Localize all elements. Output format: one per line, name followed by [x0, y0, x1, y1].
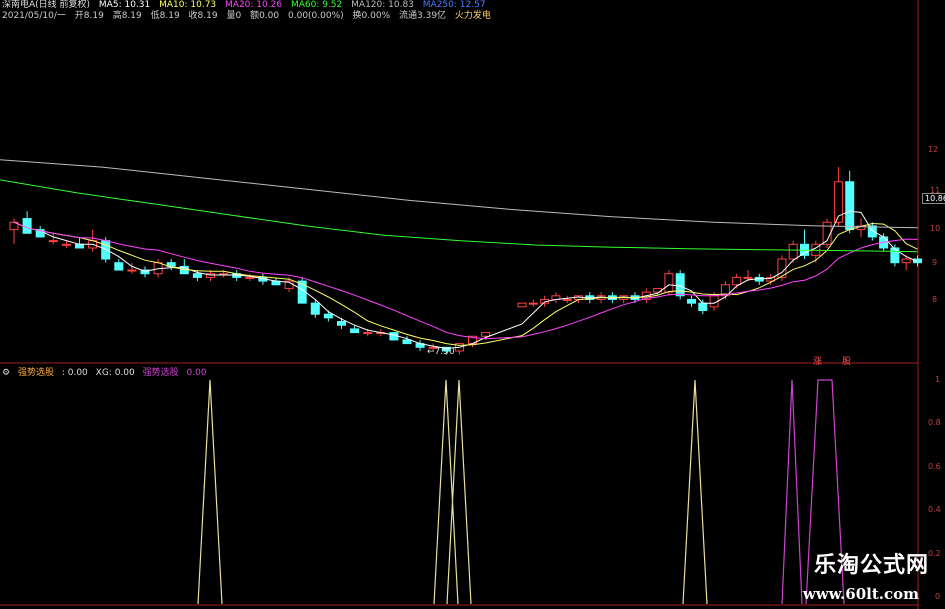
ma60-line [0, 179, 919, 253]
candle-body [310, 302, 320, 315]
ma-header: 深南电A(日线 前复权) MA5: 10.31 MA10: 10.73 MA20… [2, 0, 492, 11]
candle-body [867, 225, 877, 238]
candle-body [114, 262, 124, 271]
candle-body [61, 243, 71, 246]
indicator-name[interactable]: 强势选股 [18, 368, 54, 378]
quote-close: 收8.19 [188, 11, 218, 21]
quote-date: 2021/05/10/一 [2, 11, 66, 21]
ma20-label: MA20: 10.26 [225, 0, 283, 10]
quote-header: 2021/05/10/一 开8.19 高8.19 低8.19 收8.19 量0 … [2, 11, 497, 22]
candle-body [323, 313, 333, 319]
quote-float: 流通3.39亿 [399, 11, 447, 21]
indicator-header: ⚙ 强势选股 : 0.00 XG: 0.00 强势选股 0.00 [2, 365, 212, 378]
indicator-value1: : 0.00 [61, 368, 88, 378]
quote-open: 开8.19 [74, 11, 104, 21]
lower-tick-02: 0.2 [928, 549, 941, 558]
lower-tick-08: 0.8 [928, 418, 941, 427]
stock-title: 深南电A(日线 前复权) [2, 0, 91, 10]
candle-body [48, 240, 58, 243]
candle-body [192, 273, 202, 278]
lower-tick-0: 0 [935, 592, 941, 601]
candle-body [901, 258, 911, 264]
candle-body [562, 298, 572, 301]
candle-body [698, 302, 708, 312]
quote-amount: 额0.00 [250, 11, 280, 21]
lower-tick-1: 1 [935, 375, 941, 384]
price-tick-9: 9 [932, 258, 938, 267]
price-tick-8: 8 [932, 295, 938, 304]
candle-body [743, 276, 753, 279]
candle-body [22, 218, 32, 234]
ma250-label: MA250: 12.57 [422, 0, 486, 10]
candle-body [363, 332, 373, 335]
candle-body [245, 276, 255, 279]
quote-turnover: 换0.00% [352, 11, 391, 21]
quote-change: 0.00(0.00%) [288, 11, 344, 21]
ma120-line [0, 159, 919, 229]
candle-body [788, 243, 798, 260]
indicator-name2: 强势选股 [142, 368, 179, 378]
watermark-logo: 乐淘公式网 [813, 552, 929, 578]
indicator-gear-icon[interactable]: ⚙ [2, 368, 10, 378]
quote-volume: 量0 [226, 11, 242, 21]
candle-body [350, 328, 360, 334]
candle-body [127, 269, 137, 272]
candle-body [845, 181, 855, 231]
signal-spike-purple [781, 379, 803, 605]
quote-low: 低8.19 [150, 11, 180, 21]
candle-body [675, 273, 685, 297]
kline-chart[interactable] [0, 0, 945, 609]
price-badge: 10.86 [922, 193, 945, 204]
signal-spike [446, 379, 472, 605]
signal-spike [197, 379, 223, 605]
signal-spike [682, 379, 708, 605]
quote-sector: 火力发电 [454, 11, 491, 21]
lower-tick-04: 0.4 [928, 505, 941, 514]
candle-body [402, 339, 412, 345]
candle-body [528, 302, 538, 305]
lower-tick-06: 0.6 [928, 462, 941, 471]
stock-chart-window: 深南电A(日线 前复权) MA5: 10.31 MA10: 10.73 MA20… [0, 0, 945, 609]
ma10-label: MA10: 10.73 [159, 0, 217, 10]
indicator-value2: 0.00 [186, 368, 207, 378]
candle-body [517, 302, 527, 308]
bottom-tag-zhang: 涨 [813, 357, 823, 367]
candle-body [890, 247, 900, 264]
candle-body [481, 332, 491, 337]
candle-body [732, 276, 742, 286]
signal-spike [433, 379, 459, 605]
ma5-label: MA5: 10.31 [98, 0, 151, 10]
candle-body [337, 321, 346, 326]
watermark-url: www.60lt.com [802, 585, 919, 603]
bottom-tag-gu: 股 [842, 357, 852, 367]
indicator-xg: XG: 0.00 [95, 368, 135, 378]
ma60-label: MA60: 9.52 [290, 0, 343, 10]
price-tick-10: 10 [930, 224, 941, 233]
quote-high: 高8.19 [112, 11, 142, 21]
candle-body [101, 240, 111, 260]
ma120-label: MA120: 10.83 [351, 0, 414, 10]
price-tick-12: 12 [928, 145, 939, 154]
candle-body [687, 298, 696, 304]
low-price-marker: ←7.50 [427, 347, 455, 357]
candle-body [664, 273, 674, 293]
candle-body [75, 243, 84, 249]
candle-body [913, 258, 922, 264]
